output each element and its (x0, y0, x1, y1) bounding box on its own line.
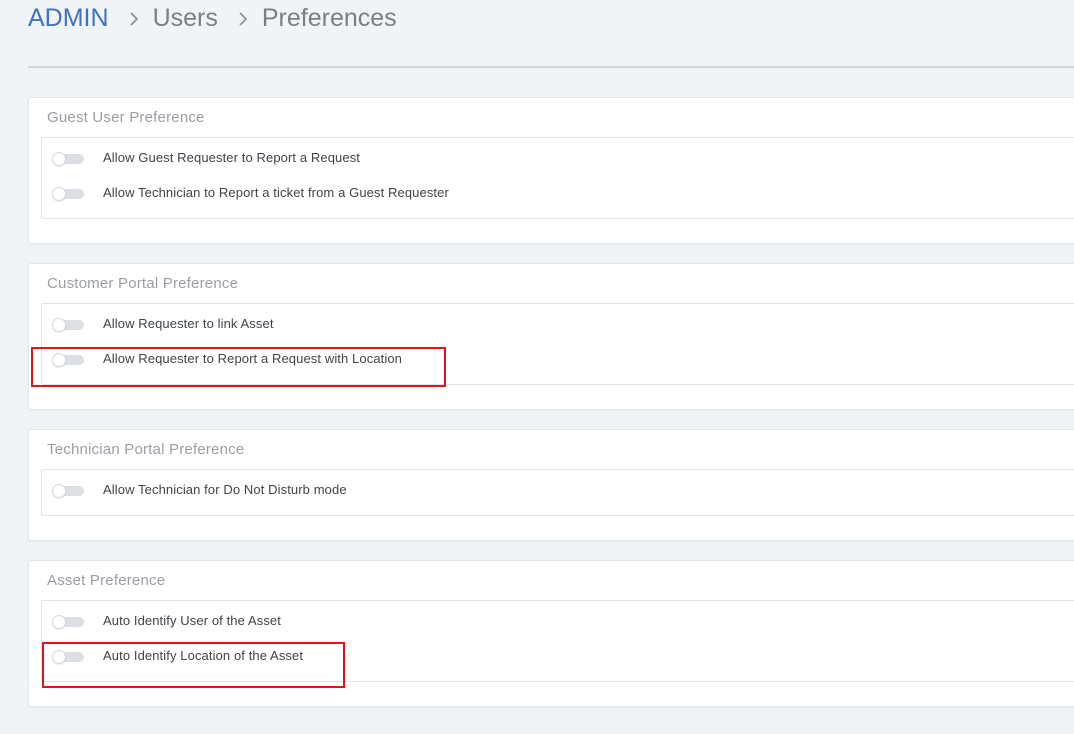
highlight-box (42, 642, 345, 688)
page-title: Preferences (261, 3, 397, 32)
guest-user-preference-card: Guest User Preference Allow Guest Reques… (28, 97, 1074, 244)
header-divider (28, 66, 1074, 68)
breadcrumb-users-link[interactable]: Users (153, 4, 218, 33)
customer-portal-preference-card: Customer Portal Preference Allow Request… (28, 263, 1074, 410)
toggle-switch[interactable] (52, 484, 84, 498)
section-title: Technician Portal Preference (47, 441, 245, 458)
toggle-switch[interactable] (52, 152, 84, 166)
preference-label: Allow Technician to Report a ticket from… (103, 185, 449, 200)
preference-label: Allow Technician for Do Not Disturb mode (103, 482, 347, 497)
section-title: Customer Portal Preference (47, 275, 239, 292)
chevron-right-icon (238, 12, 248, 26)
section-title: Asset Preference (47, 572, 166, 589)
section-title: Guest User Preference (47, 109, 205, 126)
preference-label: Allow Guest Requester to Report a Reques… (103, 150, 361, 165)
preference-list: Allow Technician for Do Not Disturb mode (41, 469, 1074, 516)
preference-label: Auto Identify User of the Asset (103, 613, 281, 628)
preference-label: Allow Requester to link Asset (103, 316, 274, 331)
toggle-switch[interactable] (52, 615, 84, 629)
breadcrumb-admin-link[interactable]: ADMIN (28, 4, 109, 33)
technician-portal-preference-card: Technician Portal Preference Allow Techn… (28, 429, 1074, 541)
highlight-box (31, 347, 446, 387)
chevron-right-icon (129, 12, 139, 26)
breadcrumb: ADMIN Users Preferences (28, 0, 397, 36)
preference-list: Allow Guest Requester to Report a Reques… (41, 137, 1074, 219)
toggle-switch[interactable] (52, 187, 84, 201)
toggle-switch[interactable] (52, 318, 84, 332)
